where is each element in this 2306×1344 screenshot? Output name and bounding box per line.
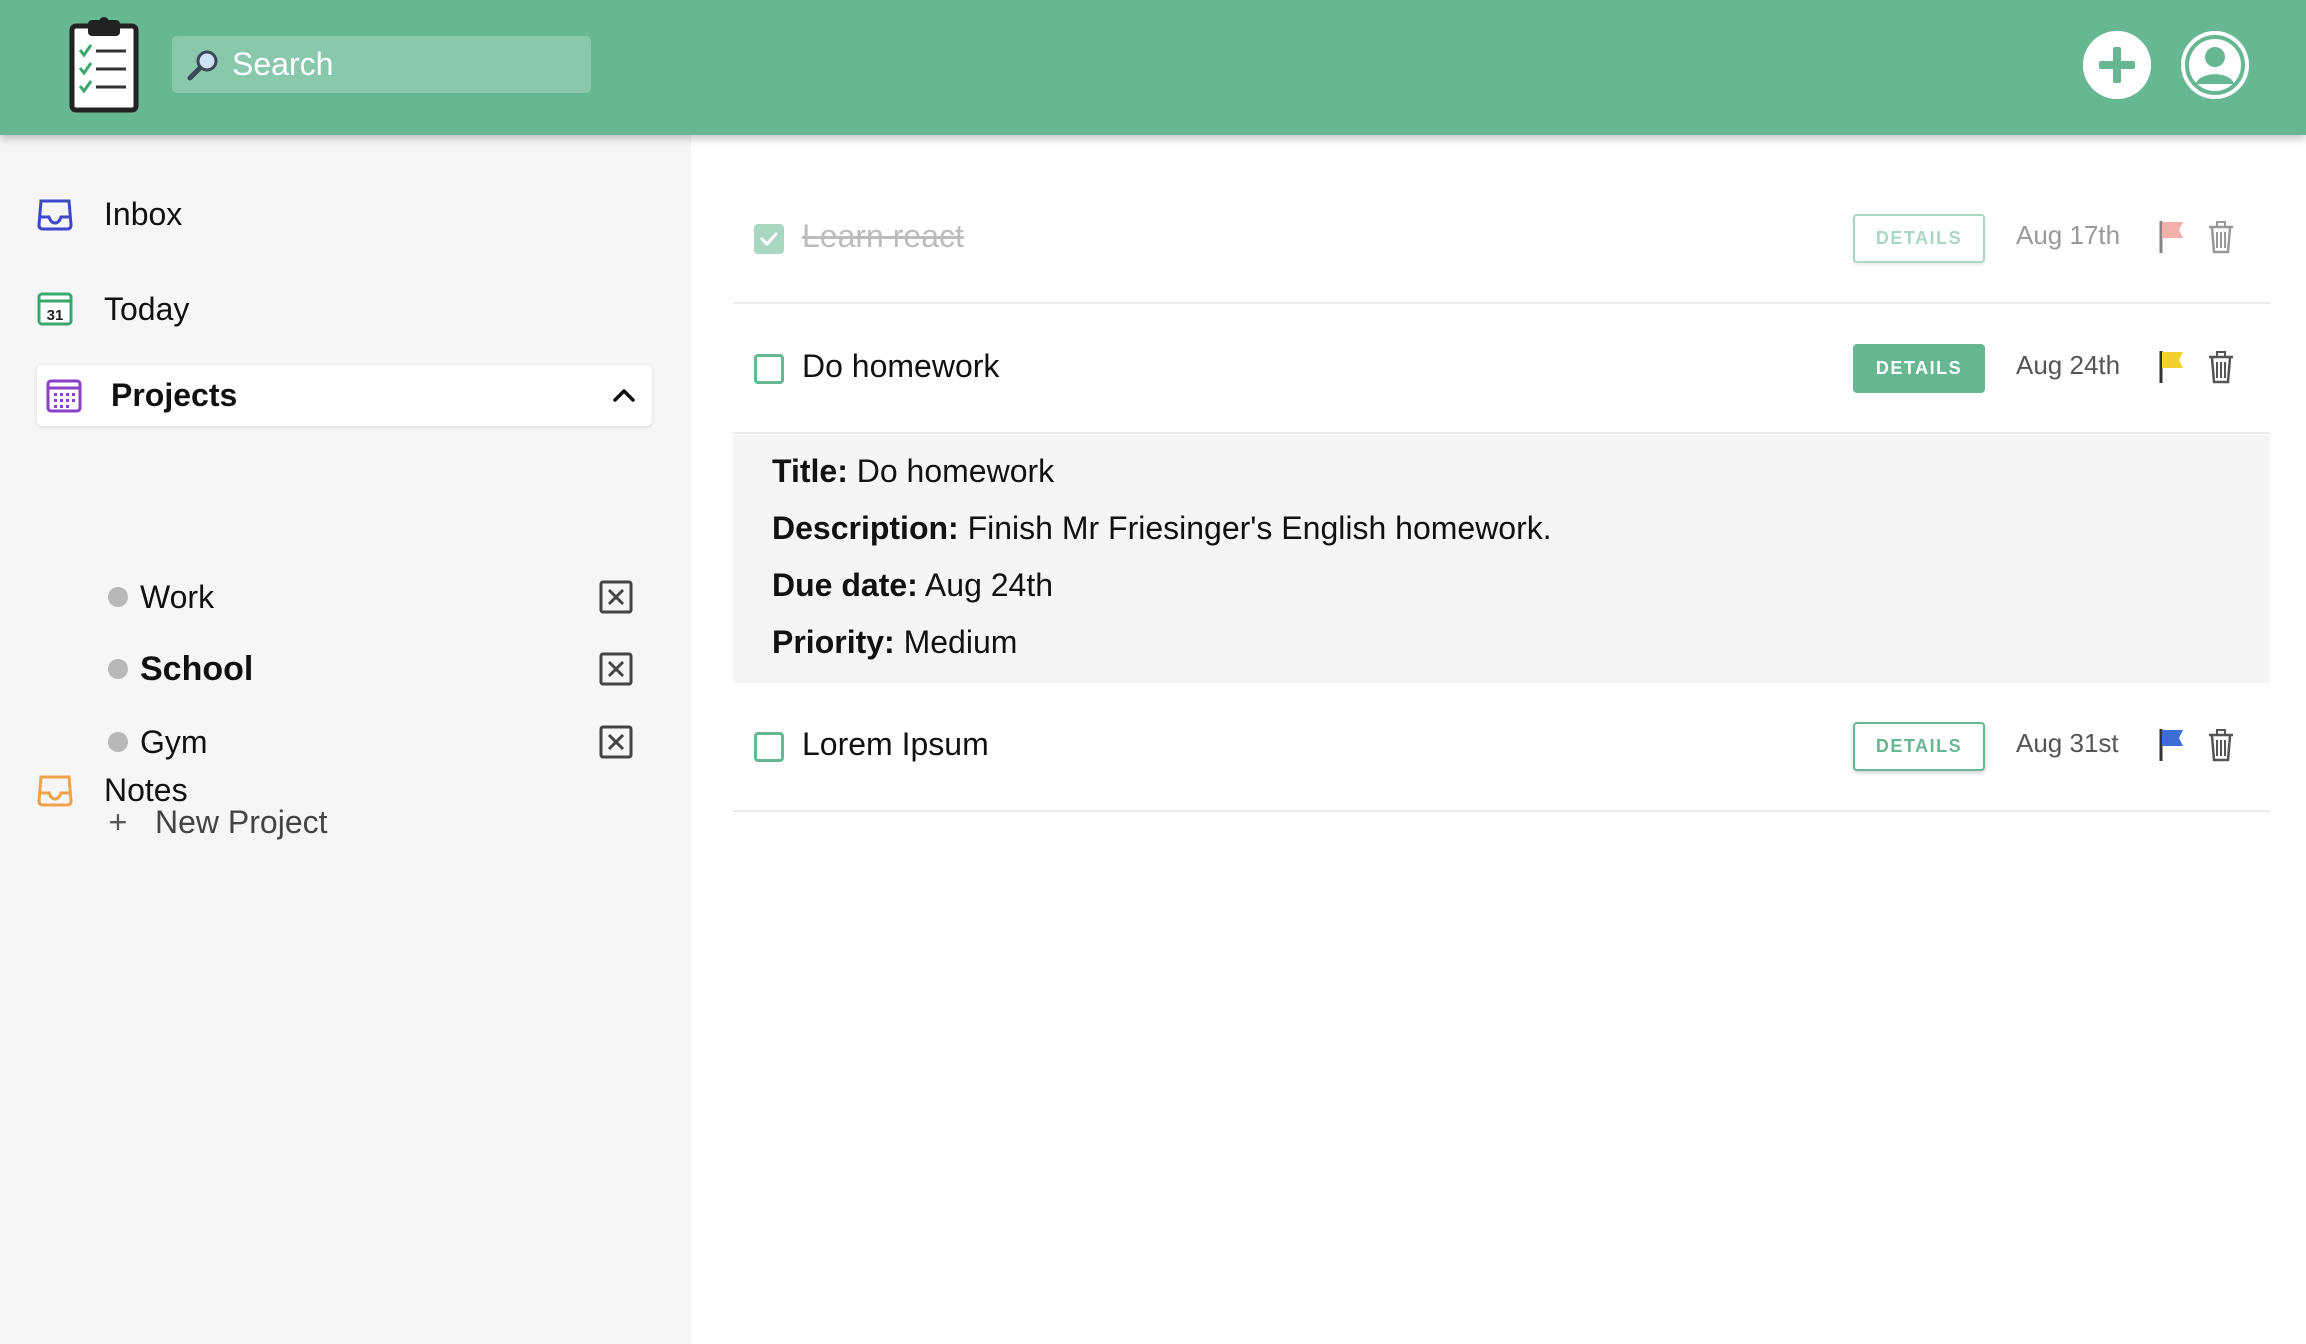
sidebar-item-inbox[interactable]: Inbox [36,184,182,244]
top-bar [0,0,2306,135]
search-bar[interactable] [172,36,652,93]
flag-icon[interactable] [2157,349,2187,385]
project-color-dot [108,732,128,752]
task-checkbox[interactable] [754,224,784,254]
task-details-panel: Title: Do homework Description: Finish M… [733,435,2270,683]
detail-label: Title: [772,453,848,489]
task-checkbox[interactable] [754,732,784,762]
notes-tray-icon [36,762,92,818]
chevron-up-icon[interactable] [608,379,640,411]
user-avatar-icon [2181,31,2249,99]
x-box-icon[interactable] [599,652,633,686]
search-icon [186,47,222,83]
trash-icon[interactable] [2207,728,2235,762]
flag-icon[interactable] [2157,219,2187,255]
calendar-grid-icon [45,368,101,424]
trash-icon[interactable] [2207,350,2235,384]
projects-label: Projects [111,377,238,413]
detail-description: Description: Finish Mr Friesinger's Engl… [772,510,1552,547]
task-title: Lorem Ipsum [802,726,989,762]
project-name: School [140,649,254,688]
add-task-button[interactable] [2083,31,2151,99]
detail-due-date: Due date: Aug 24th [772,567,1053,604]
plus-circle-icon [2083,31,2151,99]
task-due-date: Aug 24th [2016,350,2121,380]
search-input[interactable] [232,36,652,93]
sidebar-item-projects[interactable]: Projects [37,365,652,426]
clipboard-checklist-icon[interactable] [66,16,142,114]
todo-app: Inbox 31 Today [0,0,2306,1344]
detail-label: Description: [772,510,959,546]
task-title: Learn react [802,218,964,254]
sidebar-item-label: Notes [104,771,188,808]
trash-icon[interactable] [2207,220,2235,254]
details-button[interactable]: DETAILS [1853,344,1985,393]
detail-value: Finish Mr Friesinger's English homework. [967,510,1552,546]
detail-label: Due date: [772,567,918,603]
detail-value: Do homework [856,453,1055,489]
task-list: Learn react DETAILS Aug 17th Do homework… [691,135,2306,1344]
account-button[interactable] [2181,31,2249,99]
details-button[interactable]: DETAILS [1853,722,1985,771]
project-item-gym[interactable]: Gym [108,717,648,767]
calendar-day-number: 31 [47,307,64,324]
calendar-day-icon: 31 [36,281,92,337]
task-due-date: Aug 31st [2016,728,2119,758]
sidebar-item-label: Today [104,290,190,327]
project-item-work[interactable]: Work [108,572,648,622]
detail-value: Aug 24th [924,567,1054,603]
task-due-date: Aug 17th [2016,220,2121,250]
sidebar-item-notes[interactable]: Notes [36,760,188,820]
sidebar-item-label: Inbox [104,195,183,232]
task-row: Do homework DETAILS Aug 24th [733,304,2270,434]
project-name: Work [140,578,215,615]
inbox-tray-icon [36,186,92,242]
task-row: Learn react DETAILS Aug 17th [733,174,2270,304]
task-row: Lorem Ipsum DETAILS Aug 31st [733,682,2270,812]
project-color-dot [108,659,128,679]
detail-title: Title: Do homework [772,453,1054,490]
task-title: Do homework [802,348,1000,384]
project-item-school[interactable]: School [108,644,648,694]
sidebar: Inbox 31 Today Projects Work School Gym … [0,135,691,1344]
x-box-icon[interactable] [599,725,633,759]
flag-icon[interactable] [2157,727,2187,763]
project-color-dot [108,587,128,607]
task-checkbox[interactable] [754,354,784,384]
details-button[interactable]: DETAILS [1853,214,1985,263]
detail-value: Medium [903,624,1018,660]
detail-priority: Priority: Medium [772,624,1017,661]
sidebar-item-today[interactable]: 31 Today [36,279,189,339]
x-box-icon[interactable] [599,580,633,614]
project-name: Gym [140,723,208,760]
detail-label: Priority: [772,624,895,660]
